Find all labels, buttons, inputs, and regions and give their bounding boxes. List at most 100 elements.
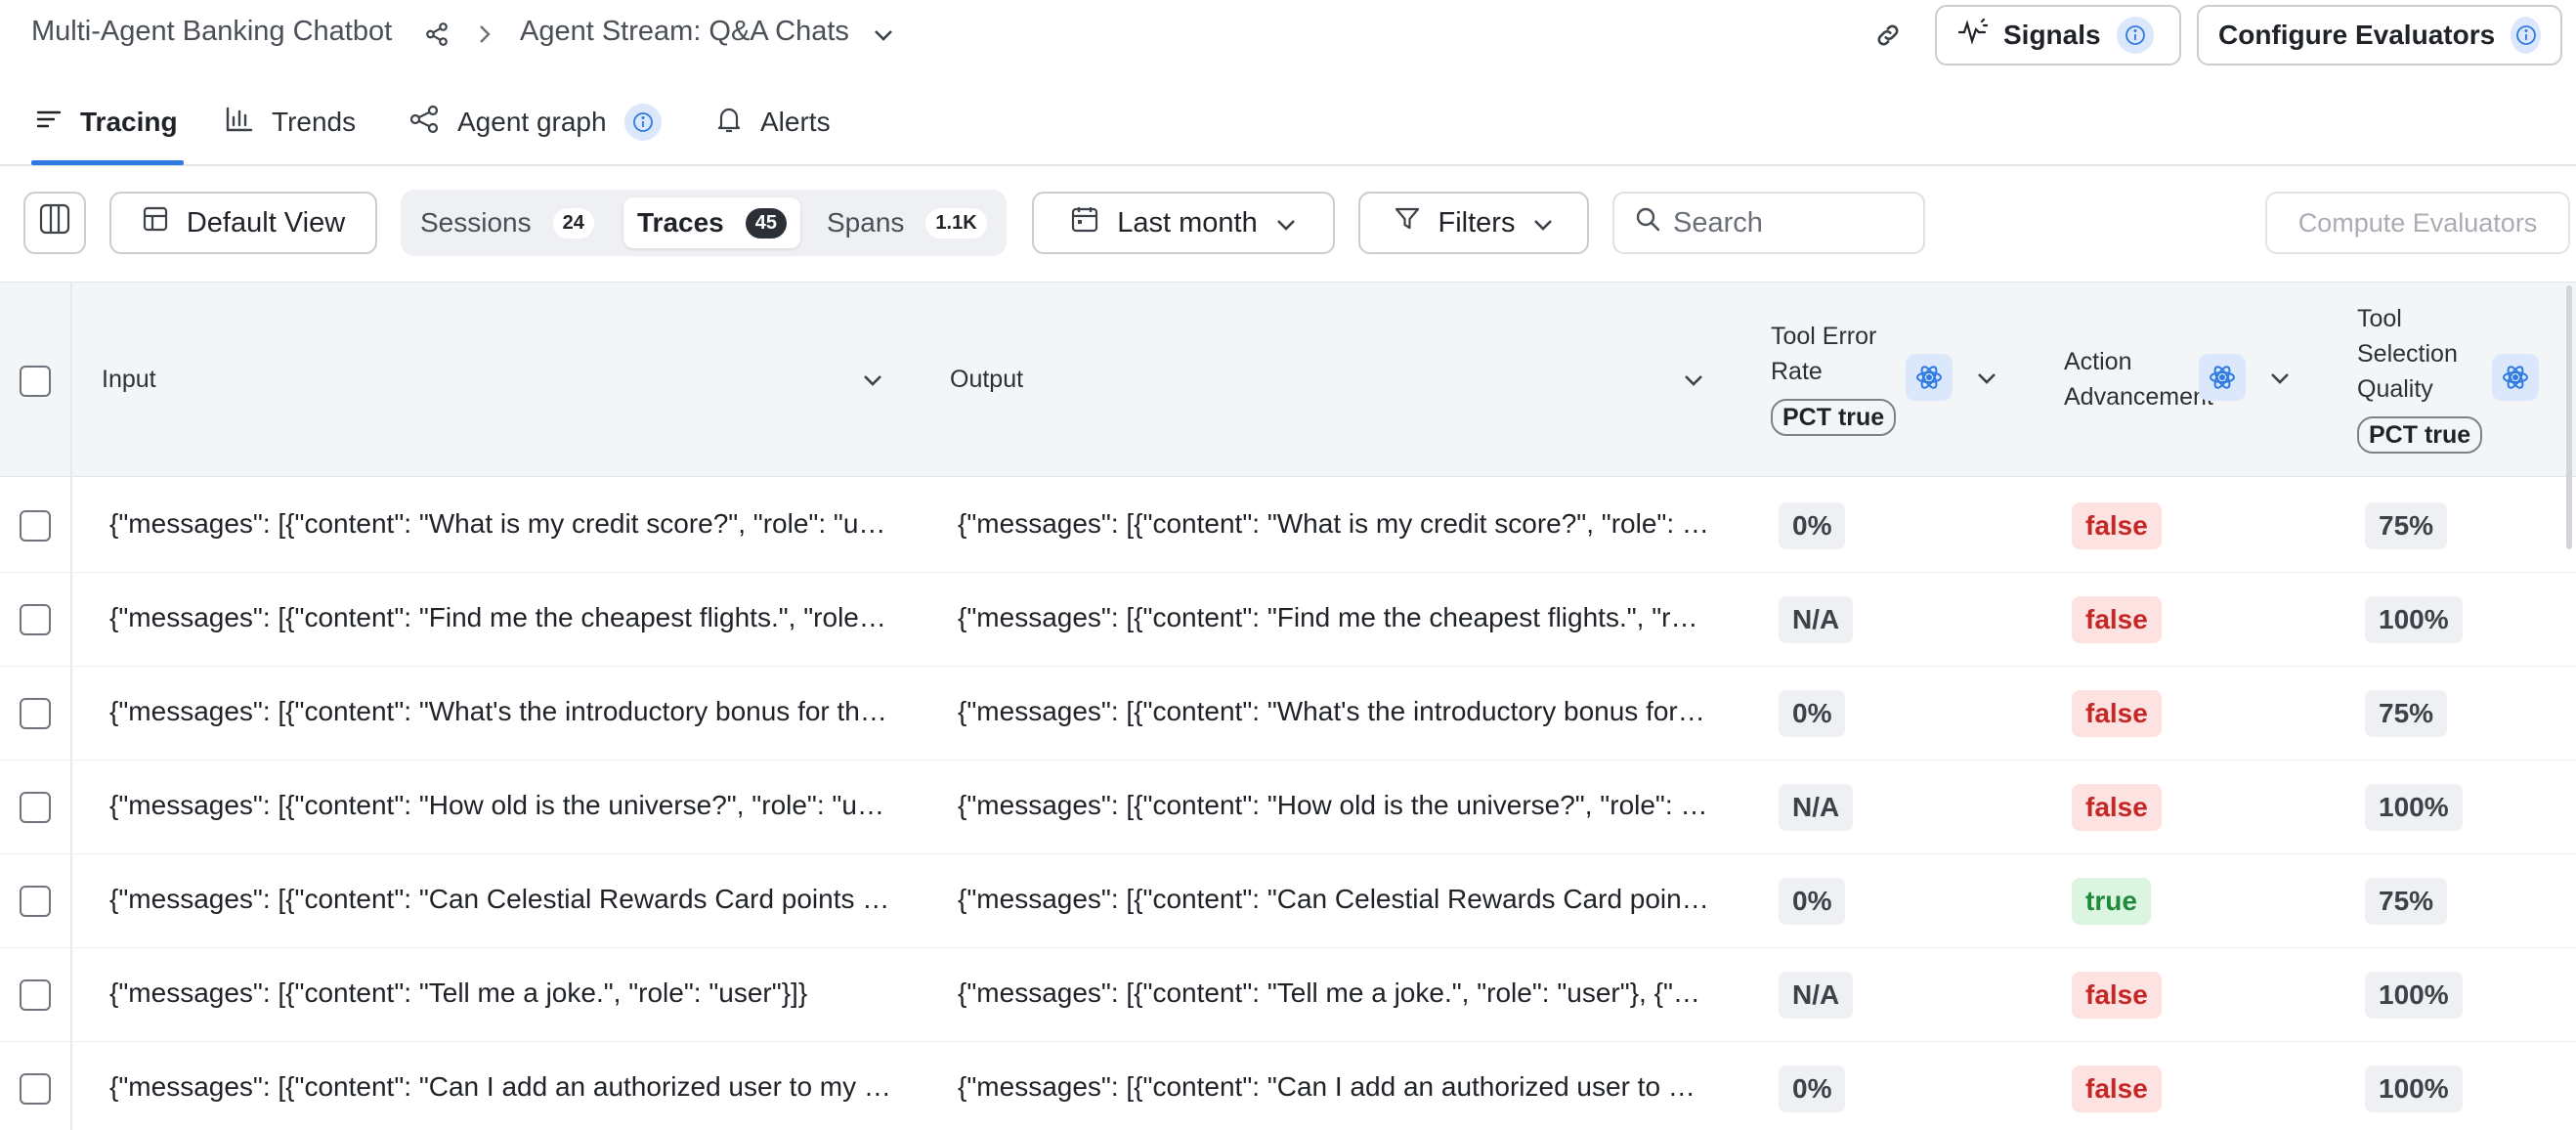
- row-checkbox[interactable]: [20, 792, 51, 823]
- segment-label: Traces: [637, 207, 724, 238]
- column-header-input[interactable]: Input: [102, 362, 156, 397]
- table-row[interactable]: {"messages": [{"content": "What is my cr…: [0, 479, 2576, 573]
- search-input[interactable]: Search: [1612, 192, 1925, 254]
- table-row[interactable]: {"messages": [{"content": "What's the in…: [0, 667, 2576, 761]
- breadcrumb-project[interactable]: Multi-Agent Banking Chatbot: [31, 16, 392, 48]
- output-cell[interactable]: {"messages": [{"content": "Tell me a jok…: [958, 974, 1710, 1013]
- link-icon[interactable]: [1872, 20, 1904, 51]
- tab-alerts[interactable]: Alerts: [715, 102, 831, 143]
- column-header-tool-selection-quality[interactable]: Tool Selection Quality: [2357, 301, 2474, 407]
- count-badge: 24: [552, 207, 594, 239]
- tool-selection-quality-badge: 100%: [2365, 1065, 2463, 1112]
- filter-icon: [1394, 205, 1421, 240]
- row-checkbox[interactable]: [20, 979, 51, 1011]
- tab-agent-graph[interactable]: Agent graph: [408, 102, 662, 143]
- column-header-output[interactable]: Output: [950, 362, 1023, 397]
- evaluator-atom-icon[interactable]: [2492, 354, 2539, 401]
- output-cell[interactable]: {"messages": [{"content": "Find me the c…: [958, 598, 1710, 637]
- tool-error-rate-badge: N/A: [1779, 784, 1854, 831]
- search-placeholder: Search: [1673, 206, 1763, 239]
- row-checkbox[interactable]: [20, 1073, 51, 1105]
- segment-sessions[interactable]: Sessions 24: [407, 197, 608, 248]
- output-cell[interactable]: {"messages": [{"content": "How old is th…: [958, 786, 1710, 825]
- column-header-tool-error-rate[interactable]: Tool Error Rate: [1771, 319, 1908, 389]
- input-cell[interactable]: {"messages": [{"content": "What is my cr…: [109, 504, 891, 543]
- chevron-down-icon[interactable]: [1683, 373, 1704, 392]
- output-cell[interactable]: {"messages": [{"content": "What's the in…: [958, 692, 1710, 731]
- input-cell[interactable]: {"messages": [{"content": "How old is th…: [109, 786, 891, 825]
- info-icon[interactable]: [623, 104, 662, 141]
- column-toggle-button[interactable]: [23, 192, 86, 254]
- signals-label: Signals: [2003, 20, 2101, 50]
- tool-error-rate-badge: N/A: [1779, 972, 1854, 1019]
- input-cell[interactable]: {"messages": [{"content": "Find me the c…: [109, 598, 891, 637]
- table-row[interactable]: {"messages": [{"content": "Can I add an …: [0, 1042, 2576, 1130]
- tool-selection-quality-badge: 75%: [2365, 502, 2448, 549]
- action-advancement-badge: true: [2072, 878, 2151, 925]
- action-advancement-badge: false: [2072, 502, 2162, 549]
- calendar-icon: [1070, 204, 1099, 241]
- table-row[interactable]: {"messages": [{"content": "Can Celestial…: [0, 854, 2576, 948]
- table-row[interactable]: {"messages": [{"content": "Tell me a jok…: [0, 948, 2576, 1042]
- chevron-down-icon[interactable]: [1976, 371, 1997, 390]
- tab-tracing[interactable]: Tracing: [35, 102, 178, 143]
- row-checkbox[interactable]: [20, 510, 51, 542]
- row-checkbox[interactable]: [20, 604, 51, 635]
- chevron-down-icon: [1532, 207, 1554, 239]
- info-icon[interactable]: [2511, 17, 2541, 54]
- signals-button[interactable]: Signals: [1935, 5, 2181, 65]
- action-advancement-badge: false: [2072, 1065, 2162, 1112]
- bar-chart-icon: [225, 106, 254, 140]
- chevron-down-icon: [1275, 207, 1297, 239]
- chevron-right-icon: [473, 22, 496, 47]
- action-advancement-badge: false: [2072, 784, 2162, 831]
- chevron-down-icon[interactable]: [862, 373, 883, 392]
- output-cell[interactable]: {"messages": [{"content": "What is my cr…: [958, 504, 1710, 543]
- share-icon[interactable]: [422, 20, 451, 49]
- tab-label: Agent graph: [457, 107, 607, 137]
- segment-traces[interactable]: Traces 45: [623, 197, 800, 248]
- tab-bar: Tracing Trends Agent graph Alerts: [0, 82, 2576, 166]
- tool-selection-quality-badge: 75%: [2365, 878, 2448, 925]
- tool-selection-quality-badge: 100%: [2365, 972, 2463, 1019]
- tool-selection-quality-badge: 100%: [2365, 596, 2463, 643]
- input-cell[interactable]: {"messages": [{"content": "Tell me a jok…: [109, 974, 891, 1013]
- info-icon[interactable]: [2116, 17, 2154, 54]
- table-row[interactable]: {"messages": [{"content": "How old is th…: [0, 761, 2576, 854]
- tab-trends[interactable]: Trends: [225, 102, 356, 143]
- output-cell[interactable]: {"messages": [{"content": "Can Celestial…: [958, 880, 1710, 919]
- filters-label: Filters: [1438, 206, 1516, 239]
- date-range-label: Last month: [1117, 206, 1258, 239]
- data-level-segmented-control: Sessions 24 Traces 45 Spans 1.1K: [401, 190, 1007, 256]
- chevron-down-icon[interactable]: [2269, 371, 2291, 390]
- filters-dropdown[interactable]: Filters: [1358, 192, 1589, 254]
- graph-icon: [408, 105, 440, 141]
- chevron-down-icon[interactable]: [870, 23, 897, 47]
- tool-error-rate-badge: 0%: [1779, 878, 1846, 925]
- input-cell[interactable]: {"messages": [{"content": "Can I add an …: [109, 1067, 891, 1107]
- input-cell[interactable]: {"messages": [{"content": "Can Celestial…: [109, 880, 891, 919]
- input-cell[interactable]: {"messages": [{"content": "What's the in…: [109, 692, 891, 731]
- evaluator-atom-icon[interactable]: [2199, 354, 2246, 401]
- vertical-scrollbar[interactable]: [2566, 285, 2572, 549]
- table-row[interactable]: {"messages": [{"content": "Find me the c…: [0, 573, 2576, 667]
- active-tab-indicator: [31, 160, 184, 165]
- tool-error-rate-badge: 0%: [1779, 690, 1846, 737]
- date-range-dropdown[interactable]: Last month: [1032, 192, 1335, 254]
- configure-evaluators-label: Configure Evaluators: [2218, 20, 2496, 50]
- compute-evaluators-button[interactable]: Compute Evaluators: [2265, 192, 2570, 254]
- tool-selection-quality-badge: 100%: [2365, 784, 2463, 831]
- row-checkbox[interactable]: [20, 698, 51, 729]
- breadcrumb-stream[interactable]: Agent Stream: Q&A Chats: [520, 16, 849, 48]
- row-checkbox[interactable]: [20, 886, 51, 917]
- columns-icon: [38, 202, 71, 243]
- default-view-button[interactable]: Default View: [109, 192, 377, 254]
- configure-evaluators-button[interactable]: Configure Evaluators: [2197, 5, 2562, 65]
- view-label: Default View: [186, 206, 346, 239]
- segment-label: Sessions: [420, 207, 532, 238]
- select-all-checkbox[interactable]: [20, 366, 51, 397]
- evaluator-atom-icon[interactable]: [1906, 354, 1953, 401]
- output-cell[interactable]: {"messages": [{"content": "Can I add an …: [958, 1067, 1710, 1107]
- tool-error-rate-badge: 0%: [1779, 1065, 1846, 1112]
- segment-spans[interactable]: Spans 1.1K: [813, 197, 1001, 248]
